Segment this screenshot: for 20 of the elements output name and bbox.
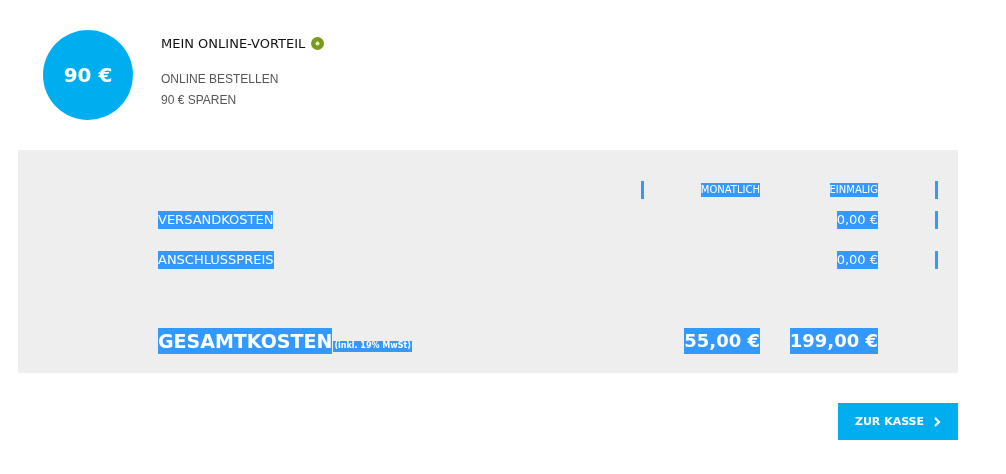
selection-mark bbox=[935, 211, 938, 229]
selection-mark bbox=[935, 181, 938, 199]
total-value: 199,00 € bbox=[789, 328, 878, 354]
checkout-button[interactable]: ZUR KASSE bbox=[838, 403, 958, 440]
total-value: 55,00 € bbox=[684, 328, 760, 354]
total-label: GESAMTKOSTEN bbox=[158, 328, 333, 354]
cost-value: 0,00 € bbox=[836, 211, 878, 229]
advantage-title: MEIN ONLINE-VORTEIL bbox=[161, 36, 306, 51]
column-header: MONATLICH bbox=[700, 183, 760, 197]
tax-note: (inkl. 19% MwSt) bbox=[333, 341, 412, 352]
column-header: EINMALIG bbox=[829, 183, 878, 197]
advantage-text: 90 € SPAREN bbox=[161, 92, 238, 109]
cost-value: 0,00 € bbox=[836, 251, 878, 269]
info-icon[interactable] bbox=[311, 37, 325, 50]
advantage-text: ONLINE BESTELLEN bbox=[161, 71, 280, 88]
selection-mark bbox=[935, 251, 938, 269]
cost-label: VERSANDKOSTEN bbox=[158, 211, 274, 229]
cost-label: ANSCHLUSSPREIS bbox=[158, 251, 274, 269]
chevron-icon bbox=[934, 416, 942, 427]
savings-badge: 90 € bbox=[43, 30, 133, 120]
